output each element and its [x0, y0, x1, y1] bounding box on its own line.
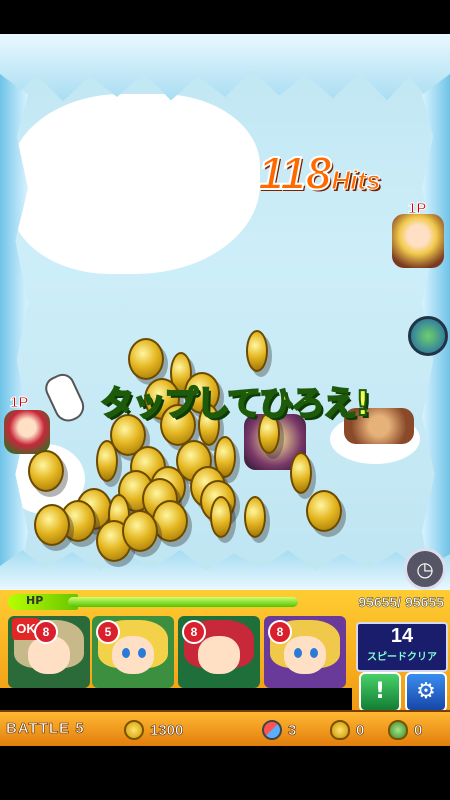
gold-egg-icon — [330, 720, 350, 740]
battle-counter: BATTLE 5 — [6, 720, 85, 738]
gold-egg-value: 0 — [356, 721, 365, 739]
slot-2-eye — [138, 648, 146, 658]
speed-clear-box: 14 スピードクリア — [356, 622, 448, 672]
top-black-bar — [0, 0, 450, 34]
combo-label: Hits — [331, 165, 381, 196]
slot-4-eye — [294, 648, 302, 658]
team-slot-1[interactable]: OK 8 — [8, 616, 90, 688]
ice-wall-bottom — [0, 550, 450, 590]
status-bar: BATTLE 5 1300 3 0 0 — [0, 710, 450, 748]
slot-2-face — [112, 636, 154, 674]
gold-coin-icon[interactable] — [306, 490, 342, 532]
gold-value: 1300 — [150, 721, 184, 739]
bottom-black-bar — [0, 746, 450, 800]
gold-coin-icon[interactable] — [290, 452, 312, 494]
player-marker-left: 1P — [9, 394, 29, 412]
tap-to-collect-message: タップしてひろえ! — [99, 383, 371, 425]
gold-coin-icon[interactable] — [210, 496, 232, 538]
speed-clear-value: 14 — [390, 625, 414, 647]
combo-count: 118 — [257, 146, 332, 200]
player-character-top[interactable] — [392, 214, 444, 268]
gold-coin-icon[interactable] — [246, 330, 268, 372]
help-button[interactable]: ! — [359, 672, 401, 712]
combo-counter: 118Hits — [257, 146, 381, 200]
green-egg-icon — [388, 720, 408, 740]
team-slot-4[interactable]: 8 — [264, 616, 346, 688]
gold-coin-icon[interactable] — [244, 496, 266, 538]
gold-coin-icon[interactable] — [128, 338, 164, 380]
green-egg-value: 0 — [414, 721, 423, 739]
hp-bar — [68, 597, 298, 607]
panel-black-strip — [0, 688, 352, 710]
slot-4-face — [284, 636, 326, 674]
speed-clear-label: スピードクリア — [367, 652, 437, 663]
gold-counter: 1300 — [124, 719, 184, 741]
gold-egg-counter: 0 — [330, 719, 365, 741]
level-badge: 5 — [96, 620, 120, 644]
gear-icon[interactable]: ⚙ — [405, 672, 447, 712]
slot-3-face — [198, 636, 240, 674]
gold-coin-icon — [124, 720, 144, 740]
slot-2-eye — [122, 648, 130, 658]
hp-bar-fill — [68, 597, 298, 607]
green-egg-counter: 0 — [388, 719, 423, 741]
orb-icon[interactable] — [408, 316, 448, 356]
slot-4-eye — [310, 648, 318, 658]
ice-wall-top — [0, 34, 450, 104]
hp-row: HP 95655/ 95655 — [8, 594, 444, 612]
capsule-icon — [262, 720, 282, 740]
level-badge: 8 — [268, 620, 292, 644]
player-character-left[interactable] — [4, 410, 50, 454]
gold-coin-icon[interactable] — [96, 440, 118, 482]
gold-coin-icon[interactable] — [28, 450, 64, 492]
level-badge: 8 — [182, 620, 206, 644]
item-counter: 3 — [262, 719, 297, 741]
team-slot-3[interactable]: 8 — [178, 616, 260, 688]
item-value: 3 — [288, 721, 297, 739]
snow-patch — [10, 94, 260, 274]
gold-coin-icon[interactable] — [34, 504, 70, 546]
hp-value: 95655/ 95655 — [358, 594, 444, 611]
level-badge: 8 — [34, 620, 58, 644]
clock-icon[interactable]: ◷ — [404, 548, 446, 590]
gold-coin-icon[interactable] — [122, 510, 158, 552]
team-slot-2[interactable]: 5 — [92, 616, 174, 688]
